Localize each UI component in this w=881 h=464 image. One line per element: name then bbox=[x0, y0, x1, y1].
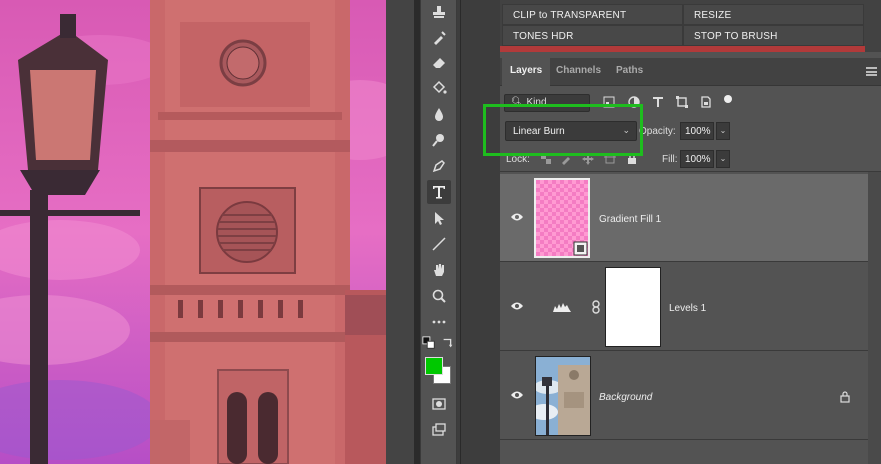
action-button[interactable]: STOP TO BRUSH bbox=[683, 25, 864, 46]
quick-mask-icon[interactable] bbox=[427, 392, 451, 416]
document-canvas[interactable] bbox=[0, 0, 386, 464]
action-button[interactable]: RESIZE bbox=[683, 4, 864, 25]
opacity-chevron-icon[interactable]: ⌄ bbox=[716, 122, 730, 140]
layer-name[interactable]: Levels 1 bbox=[669, 303, 706, 314]
canvas-image bbox=[0, 0, 386, 464]
tab-layers[interactable]: Layers bbox=[502, 58, 551, 86]
canvas-gutter bbox=[386, 0, 420, 464]
tab-channels[interactable]: Channels bbox=[548, 58, 609, 86]
type-filter-icon[interactable] bbox=[652, 96, 664, 108]
stamp-icon[interactable] bbox=[427, 0, 451, 24]
background-thumbnail[interactable] bbox=[530, 356, 591, 436]
layer-lock-icon[interactable] bbox=[840, 391, 850, 403]
layer-row-levels[interactable]: Levels 1 bbox=[500, 263, 868, 351]
more-tools-icon[interactable] bbox=[427, 310, 451, 334]
opacity-label: Opacity: bbox=[639, 126, 676, 137]
fill-label: Fill: bbox=[662, 154, 678, 165]
visibility-eye-icon[interactable] bbox=[510, 301, 524, 311]
panel-tabs: Layers Channels Paths bbox=[500, 58, 881, 86]
gradient-fill-thumbnail[interactable] bbox=[534, 178, 590, 258]
levels-histogram-icon[interactable] bbox=[552, 301, 572, 313]
panel-menu-icon[interactable] bbox=[866, 67, 877, 76]
tab-paths[interactable]: Paths bbox=[608, 58, 651, 86]
paint-bucket-icon[interactable] bbox=[427, 76, 451, 100]
shape-filter-icon[interactable] bbox=[676, 96, 688, 108]
layer-name[interactable]: Background bbox=[599, 392, 652, 403]
dodge-icon[interactable] bbox=[427, 128, 451, 152]
visibility-eye-icon[interactable] bbox=[510, 212, 524, 222]
filter-toggle-icon[interactable] bbox=[724, 95, 732, 103]
opacity-input[interactable]: 100% bbox=[680, 122, 714, 140]
default-colors-icon[interactable] bbox=[422, 336, 436, 350]
line-icon[interactable] bbox=[427, 232, 451, 256]
swap-colors-icon[interactable] bbox=[441, 336, 455, 350]
blend-mode-highlight-box bbox=[483, 104, 643, 156]
fill-input[interactable]: 100% bbox=[680, 150, 714, 168]
type-icon[interactable] bbox=[427, 180, 451, 204]
layers-scrollbar[interactable] bbox=[868, 172, 881, 464]
action-button-partial[interactable] bbox=[500, 46, 865, 52]
layer-mask-thumbnail[interactable] bbox=[605, 267, 661, 347]
healing-brush-icon[interactable] bbox=[427, 26, 451, 50]
zoom-icon[interactable] bbox=[427, 284, 451, 308]
action-button[interactable]: CLIP to TRANSPARENT bbox=[502, 4, 683, 25]
fill-chevron-icon[interactable]: ⌄ bbox=[716, 150, 730, 168]
screen-mode-icon[interactable] bbox=[427, 418, 451, 442]
pen-icon[interactable] bbox=[427, 154, 451, 178]
layer-name[interactable]: Gradient Fill 1 bbox=[599, 214, 661, 225]
layer-row-gradient-fill[interactable]: Gradient Fill 1 bbox=[500, 174, 868, 262]
smart-object-filter-icon[interactable] bbox=[700, 96, 712, 108]
blur-icon[interactable] bbox=[427, 102, 451, 126]
layer-row-background[interactable]: Background bbox=[500, 352, 868, 440]
eraser-icon[interactable] bbox=[427, 50, 451, 74]
path-select-icon[interactable] bbox=[427, 206, 451, 230]
action-button[interactable]: TONES HDR bbox=[502, 25, 683, 46]
visibility-eye-icon[interactable] bbox=[510, 390, 524, 400]
mask-link-icon[interactable] bbox=[591, 300, 601, 314]
hand-icon[interactable] bbox=[427, 258, 451, 282]
tools-panel bbox=[420, 0, 457, 464]
layers-panel-dock: CLIP to TRANSPARENT RESIZE TONES HDR STO… bbox=[500, 0, 881, 464]
foreground-color-swatch[interactable] bbox=[425, 357, 443, 375]
actions-panel: CLIP to TRANSPARENT RESIZE TONES HDR STO… bbox=[500, 0, 881, 52]
panel-dock-divider bbox=[457, 0, 500, 464]
